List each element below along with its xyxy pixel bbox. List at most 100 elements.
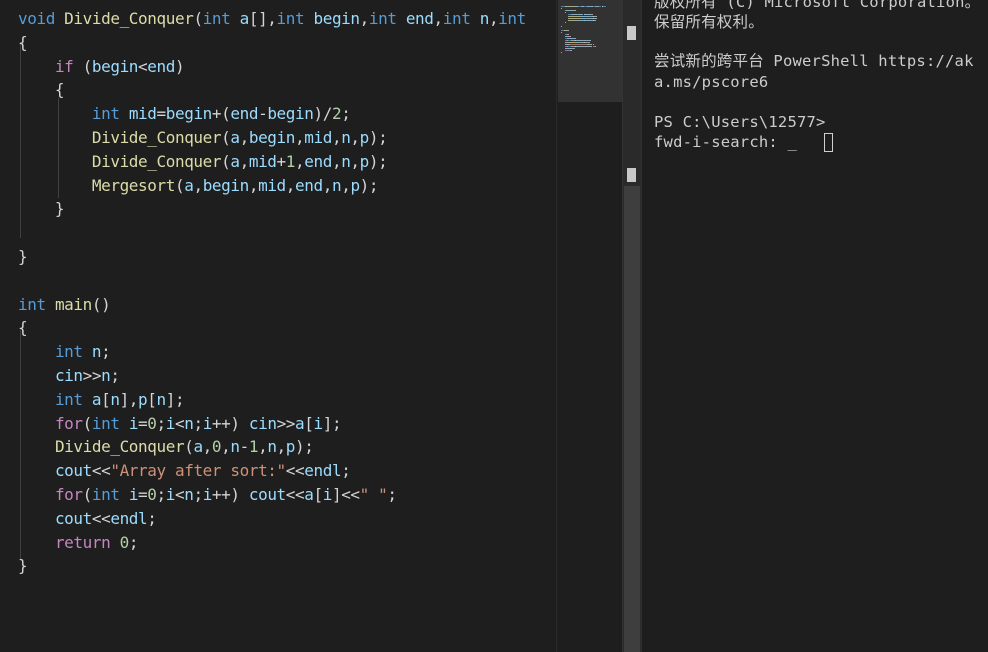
code-token: 0	[147, 485, 157, 504]
minimap-line	[570, 44, 588, 45]
editor-vertical-scrollbar[interactable]	[622, 0, 640, 652]
code-token: begin	[165, 104, 213, 124]
minimap-line	[573, 48, 575, 49]
minimap-line	[570, 36, 571, 37]
code-token: <<	[285, 461, 305, 481]
code-token: int	[54, 342, 92, 362]
code-token: mid	[128, 104, 157, 124]
code-line[interactable]: return 0;	[18, 531, 139, 555]
code-token: <<	[285, 485, 305, 504]
code-token: end	[147, 56, 175, 76]
code-token: ;	[110, 366, 120, 385]
code-token: [	[101, 389, 111, 409]
minimap-line	[595, 46, 597, 47]
code-line[interactable]: void Divide_Conquer(int a[],int begin,in…	[18, 7, 526, 31]
terminal-line: 尝试新的跨平台 PowerShell https://ak	[654, 52, 974, 70]
code-token: >>	[276, 413, 296, 433]
terminal-search-line[interactable]: fwd-i-search: _	[654, 132, 797, 152]
code-token: endl	[110, 508, 148, 528]
scrollbar-marker	[627, 168, 636, 182]
code-token: [	[304, 413, 314, 433]
scrollbar-thumb[interactable]	[624, 186, 640, 652]
code-token: i	[165, 413, 176, 433]
code-token: n	[267, 437, 277, 457]
code-line[interactable]: {	[18, 31, 28, 55]
terminal-cursor	[824, 133, 833, 152]
minimap-line	[564, 22, 566, 23]
code-token: n	[331, 175, 342, 195]
terminal-panel[interactable]: 版权所有 (C) Microsoft Corporation。 保留所有权利。 …	[642, 0, 988, 652]
code-line[interactable]: Divide_Conquer(a,mid+1,end,n,p);	[18, 150, 388, 174]
code-token: a	[91, 389, 102, 409]
code-token: p	[350, 175, 360, 195]
code-token: ,	[221, 437, 231, 457]
code-token: ;	[341, 104, 351, 124]
code-token: ,	[276, 437, 287, 457]
minimap-line	[564, 42, 578, 43]
code-token: }	[18, 199, 65, 219]
minimap-line	[561, 32, 562, 33]
terminal-line: 版权所有 (C) Microsoft Corporation。	[654, 0, 981, 11]
minimap-line	[568, 20, 577, 21]
code-line[interactable]: int main()	[18, 293, 111, 317]
code-line[interactable]: }	[18, 197, 65, 221]
code-token: cin	[248, 413, 277, 433]
code-token: p	[285, 437, 296, 457]
code-line[interactable]: Divide_Conquer(a,0,n-1,n,p);	[18, 435, 314, 459]
code-line[interactable]: }	[18, 554, 28, 578]
code-token: n	[479, 9, 490, 28]
code-token: ,	[239, 151, 250, 171]
terminal-line: 保留所有权利。	[654, 13, 764, 31]
code-line[interactable]: }	[18, 245, 28, 269]
code-token: cout	[54, 461, 92, 481]
code-line[interactable]: int n;	[18, 340, 111, 364]
code-token: 1	[285, 151, 296, 171]
code-token: (	[174, 175, 185, 195]
code-line[interactable]: cin>>n;	[18, 364, 120, 388]
code-token: n	[156, 389, 167, 409]
code-line[interactable]: Mergesort(a,begin,mid,end,n,p);	[18, 174, 379, 198]
scrollbar-marker	[627, 26, 636, 40]
code-line[interactable]: if (begin<end)	[18, 55, 185, 79]
code-line[interactable]: {	[18, 316, 28, 340]
code-token: ;	[193, 485, 203, 504]
code-token: n	[91, 342, 102, 362]
code-token: 1	[248, 437, 259, 457]
code-line[interactable]: int mid=begin+(end-begin)/2;	[18, 102, 351, 126]
minimap[interactable]	[556, 0, 623, 652]
code-token: i	[322, 485, 333, 504]
minimap-line	[588, 40, 591, 41]
code-token: ,	[433, 9, 444, 28]
code-line[interactable]: {	[18, 78, 65, 102]
code-token: );	[295, 437, 314, 457]
minimap-line	[568, 18, 581, 19]
code-token: Divide_Conquer	[54, 437, 185, 457]
code-token: int	[442, 9, 480, 28]
code-line[interactable]: for(int i=0;i<n;i++) cin>>a[i];	[18, 412, 342, 436]
code-token: );	[368, 151, 388, 171]
code-token: begin	[267, 104, 314, 124]
minimap-line	[574, 38, 577, 39]
code-token: ,	[350, 128, 360, 147]
code-token: ],	[119, 389, 139, 409]
code-token: int	[54, 389, 92, 409]
code-token: ;	[128, 532, 139, 552]
code-line[interactable]: cout<<endl;	[18, 507, 157, 531]
code-line[interactable]: Divide_Conquer(a,begin,mid,n,p);	[18, 126, 388, 150]
code-line[interactable]: for(int i=0;i<n;i++) cout<<a[i]<<" ";	[18, 483, 397, 507]
code-line[interactable]: cout<<"Array after sort:"<<endl;	[18, 459, 351, 483]
code-token: );	[359, 175, 379, 195]
code-token: p	[359, 128, 370, 147]
code-token: for	[54, 485, 83, 504]
code-token: cout	[54, 508, 92, 528]
code-editor[interactable]: void Divide_Conquer(int a[],int begin,in…	[0, 0, 556, 652]
code-line[interactable]: int a[n],p[n];	[18, 388, 185, 412]
